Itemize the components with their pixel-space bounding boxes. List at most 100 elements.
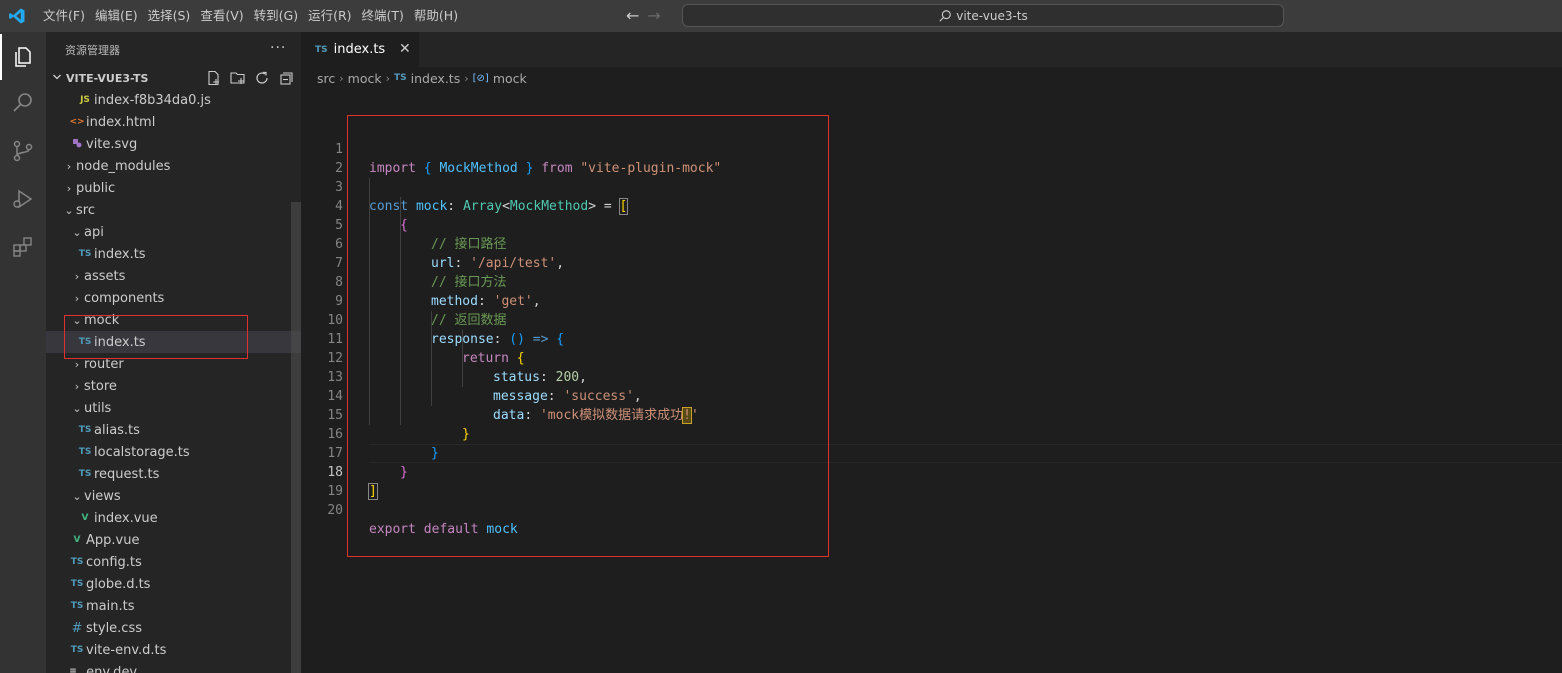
tree-item-folder[interactable]: ⌄ src xyxy=(46,199,301,221)
command-center-search[interactable]: vite-vue3-ts xyxy=(682,4,1284,27)
tree-item-file[interactable]: <> index.html xyxy=(46,111,301,133)
chevron-right-icon: › xyxy=(74,379,80,393)
ts-file-icon: TS xyxy=(70,557,84,567)
tree-item-folder[interactable]: › node_modules xyxy=(46,155,301,177)
tree-item-folder[interactable]: ⌄ views xyxy=(46,485,301,507)
explorer-icon[interactable] xyxy=(0,34,46,80)
tree-item-label: assets xyxy=(84,268,126,284)
chevron-right-icon: › xyxy=(66,159,72,173)
menu-run[interactable]: 运行(R) xyxy=(303,0,356,32)
breadcrumb-item[interactable]: src xyxy=(317,71,335,86)
tree-item-file[interactable]: TS request.ts xyxy=(46,463,301,485)
extensions-icon[interactable] xyxy=(0,224,46,270)
tree-item-folder[interactable]: › assets xyxy=(46,265,301,287)
command-center-label: vite-vue3-ts xyxy=(956,8,1028,23)
tree-item-label: globe.d.ts xyxy=(86,576,151,592)
tree-item-file[interactable]: TS localstorage.ts xyxy=(46,441,301,463)
menu-go[interactable]: 转到(G) xyxy=(249,0,303,32)
tree-item-label: vite-env.d.ts xyxy=(86,642,167,658)
ts-file-icon: TS xyxy=(70,579,84,589)
ts-file-icon: TS xyxy=(78,447,92,457)
collapse-all-icon[interactable] xyxy=(278,70,294,86)
menu-terminal[interactable]: 终端(T) xyxy=(357,0,409,32)
mock-folder-highlight xyxy=(64,315,248,359)
ts-file-icon: TS xyxy=(78,425,92,435)
breadcrumb-item[interactable]: mock xyxy=(348,71,382,86)
ts-file-icon: TS xyxy=(394,73,407,83)
new-file-icon[interactable] xyxy=(206,70,222,86)
tree-item-label: src xyxy=(76,202,95,218)
refresh-icon[interactable] xyxy=(254,70,270,86)
tree-item-file[interactable]: TS config.ts xyxy=(46,551,301,573)
menu-view[interactable]: 查看(V) xyxy=(195,0,248,32)
tree-item-label: vite.svg xyxy=(86,136,138,152)
title-bar: 文件(F) 编辑(E) 选择(S) 查看(V) 转到(G) 运行(R) 终端(T… xyxy=(0,0,1562,32)
chevron-down-icon xyxy=(48,72,66,85)
more-actions-icon[interactable]: ··· xyxy=(270,40,286,56)
html-file-icon: <> xyxy=(69,117,85,127)
tree-item-label: App.vue xyxy=(86,532,140,548)
tree-item-label: views xyxy=(84,488,121,504)
menu-file[interactable]: 文件(F) xyxy=(38,0,90,32)
tree-item-folder[interactable]: ⌄ api xyxy=(46,221,301,243)
close-icon[interactable]: ✕ xyxy=(399,41,411,57)
tree-item-folder[interactable]: ⌄ utils xyxy=(46,397,301,419)
tree-item-label: localstorage.ts xyxy=(94,444,190,460)
tree-item-file[interactable]: TS globe.d.ts xyxy=(46,573,301,595)
tree-item-file[interactable]: V App.vue xyxy=(46,529,301,551)
line-number: 20 xyxy=(327,503,343,518)
workspace-section-header[interactable]: VITE-VUE3-TS xyxy=(46,67,301,89)
chevron-down-icon: ⌄ xyxy=(64,203,74,217)
breadcrumb-item[interactable]: index.ts xyxy=(411,71,461,86)
new-folder-icon[interactable] xyxy=(230,70,246,86)
tree-item-label: store xyxy=(84,378,117,394)
sidebar-scrollbar[interactable] xyxy=(291,202,301,673)
tree-item-label: main.ts xyxy=(86,598,135,614)
menu-selection[interactable]: 选择(S) xyxy=(143,0,196,32)
search-icon xyxy=(939,9,952,22)
tree-item-folder[interactable]: › public xyxy=(46,177,301,199)
tree-item-file[interactable]: TS main.ts xyxy=(46,595,301,617)
tree-item-file[interactable]: JS index-f8b34da0.js xyxy=(46,89,301,111)
chevron-right-icon: › xyxy=(74,291,80,305)
ts-file-icon: TS xyxy=(70,645,84,655)
tree-item-file[interactable]: TS index.ts xyxy=(46,243,301,265)
tree-item-file[interactable]: # style.css xyxy=(46,617,301,639)
tree-item-file[interactable]: TS vite-env.d.ts xyxy=(46,639,301,661)
env-file-icon: ≡ xyxy=(69,667,77,673)
tree-item-file[interactable]: vite.svg xyxy=(46,133,301,155)
menu-help[interactable]: 帮助(H) xyxy=(409,0,463,32)
tree-item-label: utils xyxy=(84,400,112,416)
menu-edit[interactable]: 编辑(E) xyxy=(90,0,143,32)
forward-arrow-icon[interactable]: → xyxy=(647,6,660,25)
source-control-icon[interactable] xyxy=(0,128,46,174)
chevron-right-icon: › xyxy=(66,181,72,195)
activity-bar xyxy=(0,32,46,673)
tree-item-file[interactable]: V index.vue xyxy=(46,507,301,529)
tab-index-ts[interactable]: TS index.ts ✕ xyxy=(301,32,419,67)
vue-file-icon: V xyxy=(73,535,81,545)
vue-file-icon: V xyxy=(81,513,89,523)
js-file-icon: JS xyxy=(80,95,90,105)
tree-item-folder[interactable]: › store xyxy=(46,375,301,397)
ts-file-icon: TS xyxy=(315,44,328,55)
back-arrow-icon[interactable]: ← xyxy=(626,6,639,25)
tree-item-label: index.html xyxy=(86,114,156,130)
explorer-title: 资源管理器 xyxy=(65,43,120,57)
chevron-right-icon: › xyxy=(74,269,80,283)
tree-item-folder[interactable]: › components xyxy=(46,287,301,309)
run-debug-icon[interactable] xyxy=(0,176,46,222)
code-editor[interactable]: 1 import { MockMethod } from "vite-plugi… xyxy=(301,115,1562,673)
tree-item-label: index.vue xyxy=(94,510,158,526)
tree-item-file[interactable]: ≡ .env.dev xyxy=(46,661,301,673)
tab-label: index.ts xyxy=(333,42,386,57)
tree-item-label: node_modules xyxy=(76,158,171,174)
explorer-actions xyxy=(206,70,294,86)
tree-item-label: index.ts xyxy=(94,246,146,262)
breadcrumb-item[interactable]: mock xyxy=(493,71,527,86)
search-sidebar-icon[interactable] xyxy=(0,80,46,126)
chevron-down-icon: ⌄ xyxy=(72,225,82,239)
tree-item-label: index-f8b34da0.js xyxy=(94,92,211,108)
tree-item-file[interactable]: TS alias.ts xyxy=(46,419,301,441)
file-tree: JS index-f8b34da0.js <> index.html vite.… xyxy=(46,89,301,673)
